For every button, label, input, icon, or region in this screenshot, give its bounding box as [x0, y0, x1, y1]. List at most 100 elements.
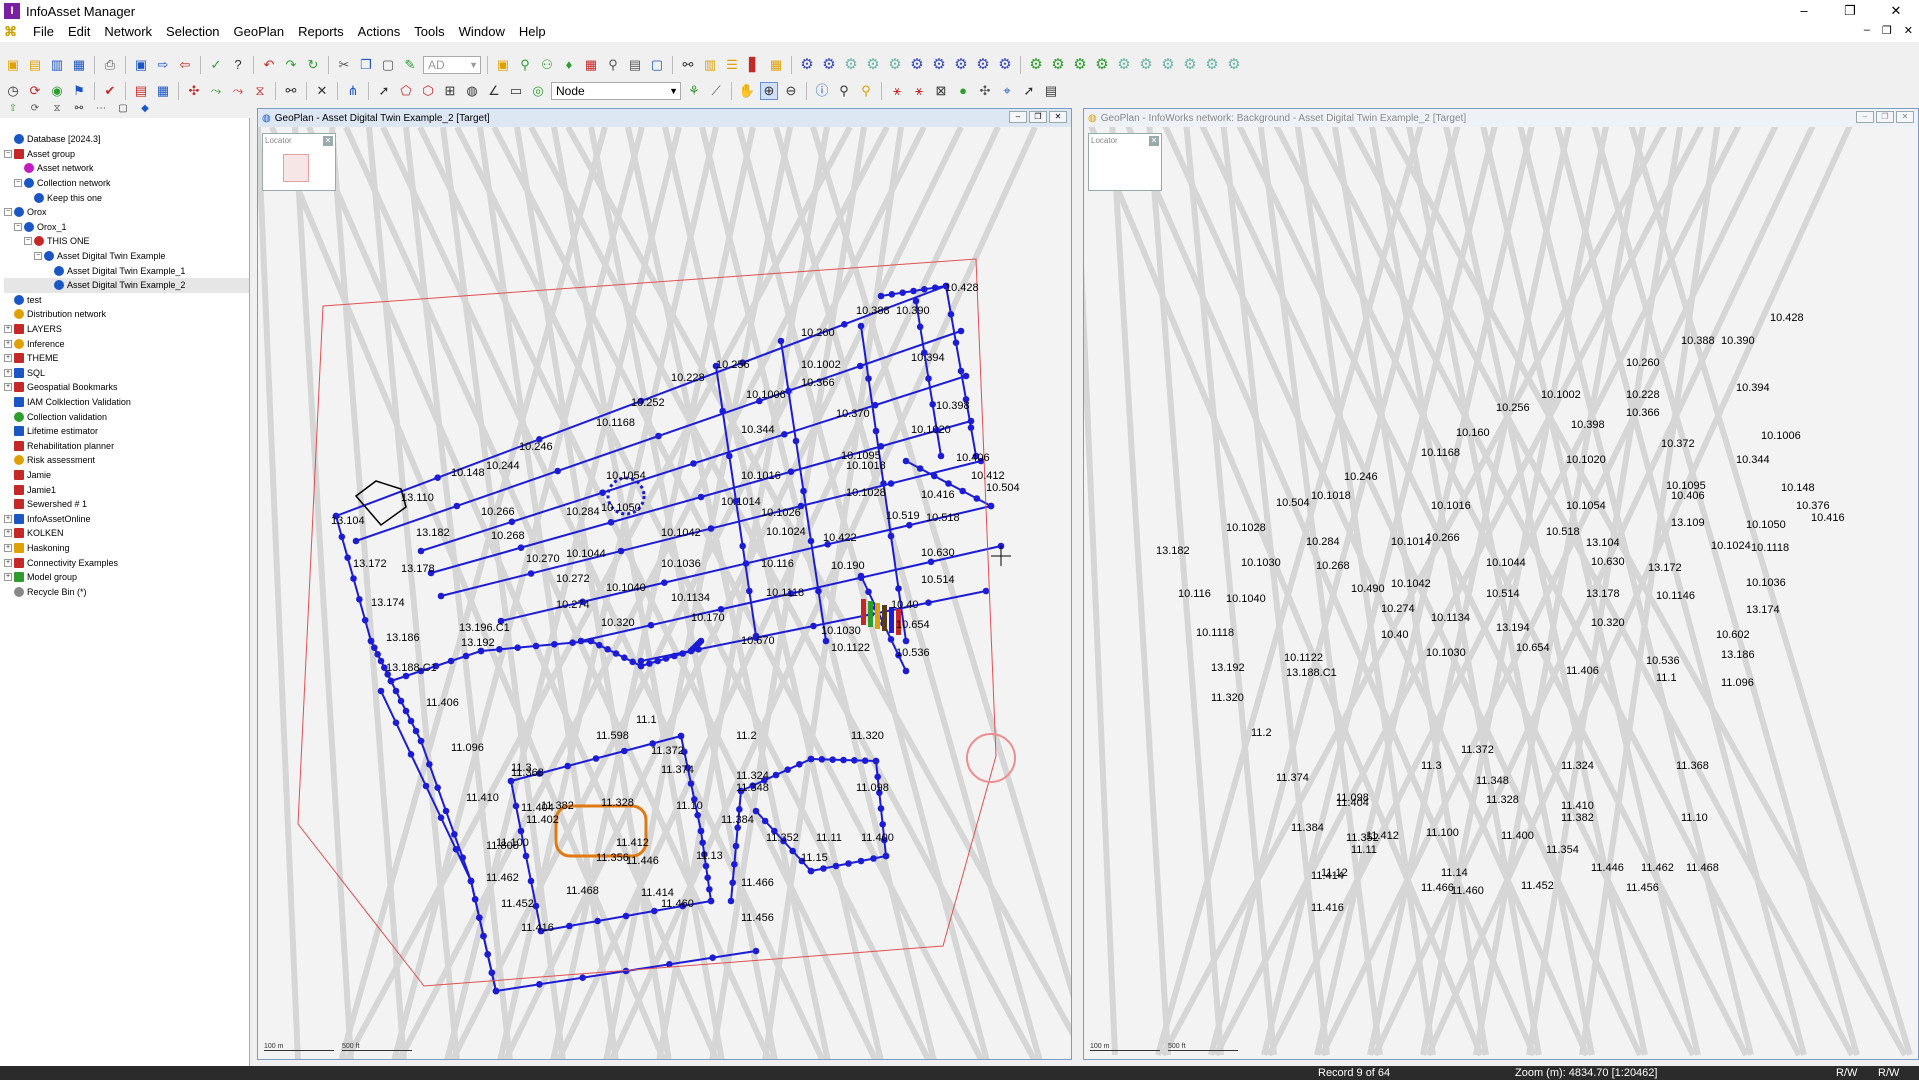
pan-hand-icon[interactable]: ✋: [738, 82, 756, 100]
left-close-button[interactable]: ✕: [1049, 111, 1067, 123]
tree-item[interactable]: Distribution network: [4, 307, 249, 322]
database-icon[interactable]: ▥: [48, 56, 66, 74]
zoom-in-icon[interactable]: ⊕: [760, 82, 778, 100]
paste-icon[interactable]: ▢: [379, 56, 397, 74]
mdi-restore-button[interactable]: ❐: [1882, 24, 1892, 37]
trace-net2-icon[interactable]: ⚹: [910, 82, 928, 100]
locator-right[interactable]: Locator ✕: [1088, 133, 1162, 191]
mdi-child-icon[interactable]: ⌘: [4, 24, 20, 40]
up-arrow-icon[interactable]: ⇧: [4, 100, 22, 118]
print-icon[interactable]: ⎙: [101, 56, 119, 74]
redo-list-icon[interactable]: ↻: [304, 56, 322, 74]
pipe-icon[interactable]: ⟋: [707, 82, 725, 100]
import-icon[interactable]: ⇦: [176, 56, 194, 74]
filter-tree-icon[interactable]: ⧖: [48, 100, 66, 118]
tree-item[interactable]: + Inference: [4, 336, 249, 351]
network-map-left[interactable]: 10.428 10.388 10.390 10.260 10.394 10.256 10.1…: [258, 127, 1071, 1059]
node-combo[interactable]: Node ▼: [551, 82, 681, 100]
new-icon[interactable]: ▣: [4, 56, 22, 74]
tree-item[interactable]: + Connectivity Examples: [4, 555, 249, 570]
tree-item[interactable]: IAM Colklection Validation: [4, 395, 249, 410]
menu-geoplan[interactable]: GeoPlan: [227, 22, 292, 42]
export-icon[interactable]: ⇨: [154, 56, 172, 74]
menu-selection[interactable]: Selection: [159, 22, 226, 42]
gear-icon-4[interactable]: ⚙: [864, 56, 882, 74]
left-minimize-button[interactable]: –: [1009, 111, 1027, 123]
mdi-minimize-button[interactable]: –: [1864, 24, 1870, 37]
menu-edit[interactable]: Edit: [61, 22, 97, 42]
tree-expand-icon[interactable]: −: [14, 222, 22, 231]
node-edit-icon[interactable]: ⌖: [998, 82, 1016, 100]
tree-item[interactable]: Asset Digital Twin Example_1: [4, 263, 249, 278]
camera-icon[interactable]: ◉: [48, 82, 66, 100]
green-gear-icon-1[interactable]: ⚙: [1027, 56, 1045, 74]
menu-network[interactable]: Network: [97, 22, 159, 42]
tree-item[interactable]: Collection validation: [4, 409, 249, 424]
drop-icon[interactable]: ♦: [560, 56, 578, 74]
tree-expand-icon[interactable]: +: [4, 354, 12, 363]
select-area-icon[interactable]: ⬡: [419, 82, 437, 100]
tree-expand-icon[interactable]: +: [4, 573, 12, 582]
branch-icon[interactable]: ✣: [185, 82, 203, 100]
tree-item[interactable]: − Collection network: [4, 176, 249, 191]
tree-item[interactable]: Jamie: [4, 468, 249, 483]
find-icon[interactable]: ⚲: [835, 82, 853, 100]
tree-expand-icon[interactable]: +: [4, 325, 12, 334]
more-tree-icon[interactable]: ⋯: [92, 100, 110, 118]
tree-expand-icon[interactable]: −: [34, 252, 42, 261]
stack-icon[interactable]: ☰: [723, 56, 741, 74]
tree-item[interactable]: Risk assessment: [4, 453, 249, 468]
tree-item[interactable]: − THIS ONE: [4, 234, 249, 249]
search-icon[interactable]: ⚲: [604, 56, 622, 74]
info-icon[interactable]: ⓘ: [813, 82, 831, 100]
table-tools-icon[interactable]: ▦: [767, 56, 785, 74]
tree-expand-icon[interactable]: +: [4, 529, 12, 538]
menu-actions[interactable]: Actions: [351, 22, 408, 42]
left-restore-button[interactable]: ❐: [1029, 111, 1047, 123]
gear-icon-10[interactable]: ⚙: [996, 56, 1014, 74]
minimize-button[interactable]: –: [1781, 0, 1827, 22]
tree-item[interactable]: + LAYERS: [4, 322, 249, 337]
gear-icon-5[interactable]: ⚙: [886, 56, 904, 74]
green-gear-icon-4[interactable]: ⚙: [1093, 56, 1111, 74]
cross-tool-icon[interactable]: ✣: [976, 82, 994, 100]
pointer-plus-icon[interactable]: ➚: [1020, 82, 1038, 100]
tree-item[interactable]: + InfoAssetOnline: [4, 511, 249, 526]
clock-icon[interactable]: ◷: [4, 82, 22, 100]
validate-icon[interactable]: ✓: [207, 56, 225, 74]
tree-item[interactable]: Recycle Bin (*): [4, 584, 249, 599]
window-tree-icon[interactable]: ▢: [114, 100, 132, 118]
locator-close-icon[interactable]: ✕: [323, 136, 333, 146]
gear-icon-7[interactable]: ⚙: [930, 56, 948, 74]
gear-icon-9[interactable]: ⚙: [974, 56, 992, 74]
layer-table-icon[interactable]: ▤: [1042, 82, 1060, 100]
tree-item[interactable]: Asset network: [4, 161, 249, 176]
tree-expand-icon[interactable]: +: [4, 514, 12, 523]
properties-icon[interactable]: ▦: [70, 56, 88, 74]
gear-icon-2[interactable]: ⚙: [820, 56, 838, 74]
grid-icon[interactable]: ▦: [582, 56, 600, 74]
tree-item[interactable]: + Model group: [4, 570, 249, 585]
tree-item[interactable]: − Orox_1: [4, 220, 249, 235]
tree-item[interactable]: test: [4, 293, 249, 308]
edit-icon[interactable]: ✎: [401, 56, 419, 74]
search-layer-icon[interactable]: ⚲: [857, 82, 875, 100]
network-icon[interactable]: ⚇: [538, 56, 556, 74]
measure-icon[interactable]: ⊞: [441, 82, 459, 100]
tree-item[interactable]: − Asset Digital Twin Example: [4, 249, 249, 264]
gear-icon-6[interactable]: ⚙: [908, 56, 926, 74]
redo-icon[interactable]: ↷: [282, 56, 300, 74]
gear-icon-8[interactable]: ⚙: [952, 56, 970, 74]
books-icon[interactable]: ▋: [745, 56, 763, 74]
tree-item[interactable]: Keep this one: [4, 190, 249, 205]
binoculars-tree-icon[interactable]: ⚯: [70, 100, 88, 118]
table-icon[interactable]: ▤: [626, 56, 644, 74]
cube-tree-icon[interactable]: ◆: [136, 100, 154, 118]
delete-icon[interactable]: ✕: [313, 82, 331, 100]
cut-icon[interactable]: ✂: [335, 56, 353, 74]
grid-view-icon[interactable]: ▦: [154, 82, 172, 100]
refresh-tree-icon[interactable]: ⟳: [26, 100, 44, 118]
chart-icon[interactable]: ▥: [701, 56, 719, 74]
undo-icon[interactable]: ↶: [260, 56, 278, 74]
tree-item[interactable]: + KOLKEN: [4, 526, 249, 541]
